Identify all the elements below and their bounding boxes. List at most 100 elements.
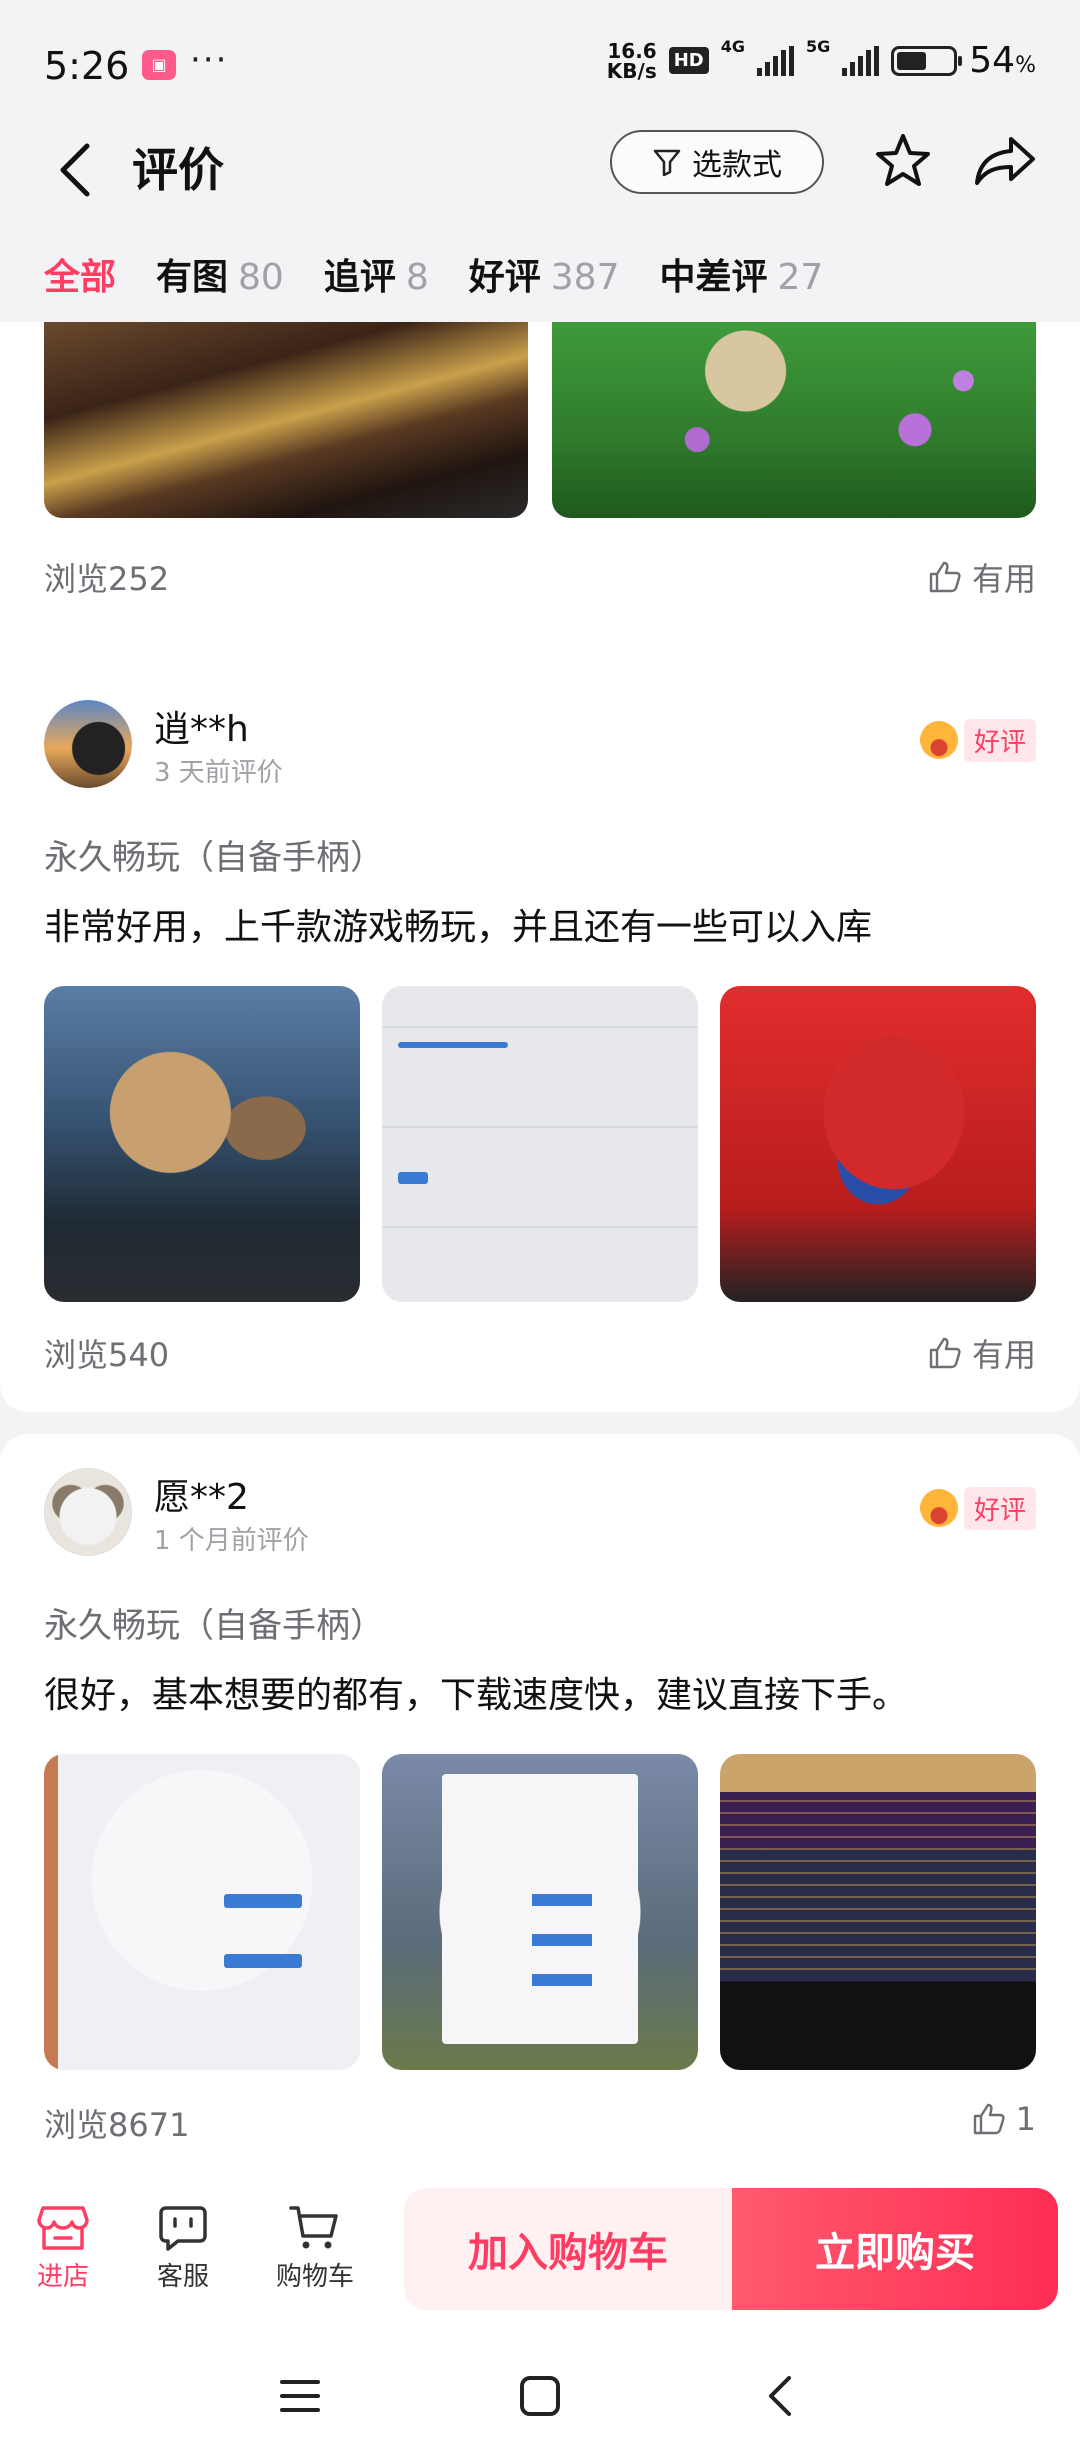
useful-button[interactable]: 1 [972,2100,1036,2138]
smile-face-icon [919,721,958,759]
review-time: 1 个月前评价 [154,1526,309,1556]
system-navigation-bar [0,2320,1080,2460]
useful-label: 有用 [971,560,1036,598]
battery-percent: 54% [969,40,1036,81]
review-list[interactable]: 浏览252 有用 逍**h 3 天前评价 好评 永久畅玩（自备手柄） 非常好用，… [0,322,1080,2170]
review-card: 逍**h 3 天前评价 好评 永久畅玩（自备手柄） 非常好用，上千款游戏畅玩，并… [0,666,1080,1412]
battery-percent-value: 54 [969,40,1016,81]
tab-follow-up-label: 追评 [323,257,396,298]
review-tabs: 全部 有图 80 追评 8 好评 387 中差评 27 [0,226,1080,322]
tab-negative[interactable]: 中差评 27 [660,248,824,300]
page-header: 评价 选款式 [0,120,1080,220]
status-time: 5:26 [44,44,130,88]
tab-negative-count: 27 [777,257,824,298]
more-notifications-icon: ··· [190,40,229,80]
home-square-icon [520,2376,560,2416]
rating-badge: 好评 [919,718,1036,762]
review-image[interactable] [552,322,1036,518]
review-image[interactable] [44,1754,360,2070]
purchased-variant: 永久畅玩（自备手柄） [44,1606,384,1646]
review-time: 3 天前评价 [154,758,283,788]
status-indicators: 16.6 KB/s HD 4G 5G 54% [607,37,1036,81]
reviewer-name: 逍**h [154,709,249,750]
tab-positive[interactable]: 好评 387 [469,248,620,300]
review-images [44,1754,1036,2070]
menu-nav-button[interactable] [260,2356,340,2436]
useful-button[interactable]: 有用 [928,554,1036,600]
back-chevron-icon [769,2376,791,2416]
share-button[interactable] [968,126,1044,196]
review-image[interactable] [382,1754,698,2070]
style-filter-button[interactable]: 选款式 [610,130,824,194]
hd-voice-icon: HD [668,47,709,74]
review-text: 非常好用，上千款游戏畅玩，并且还有一些可以入库 [44,907,873,948]
cart-label: 购物车 [275,2262,354,2292]
view-count: 浏览540 [44,1336,170,1374]
review-images [44,986,1036,1302]
back-button[interactable] [40,130,110,210]
review-image[interactable] [720,1754,1036,2070]
signal-icon [757,45,795,76]
useful-label: 有用 [971,1336,1036,1374]
network-type-2: 5G [806,37,831,56]
page-title: 评价 [132,143,224,197]
back-nav-button[interactable] [740,2356,820,2436]
avatar[interactable] [44,700,132,788]
tab-follow-up-count: 8 [405,257,429,298]
tab-with-images-label: 有图 [156,257,229,298]
network-speed-unit: KB/s [606,58,657,83]
network-type-1: 4G [720,37,746,56]
review-text: 很好，基本想要的都有，下载速度快，建议直接下手。 [44,1675,909,1716]
share-icon [975,137,1035,185]
smile-face-icon [919,1489,958,1527]
filter-icon [653,149,681,177]
app-notification-icon: ▣ [142,50,176,80]
customer-service-button[interactable]: 客服 [138,2200,228,2293]
add-to-cart-button[interactable]: 加入购物车 [404,2188,732,2310]
reviewer-name: 愿**2 [154,1477,249,1518]
tab-positive-count: 387 [550,257,620,298]
review-card: 愿**2 1 个月前评价 好评 永久畅玩（自备手柄） 很好，基本想要的都有，下载… [0,1434,1080,2170]
thumbs-up-icon [929,1337,961,1369]
battery-fill [897,51,927,70]
buy-now-button[interactable]: 立即购买 [732,2188,1058,2310]
tab-follow-up[interactable]: 追评 8 [324,248,429,300]
thumbs-up-icon [973,2103,1005,2135]
useful-label: 1 [1015,2100,1036,2138]
avatar[interactable] [44,1468,132,1556]
view-count: 浏览252 [44,560,170,598]
view-count: 浏览8671 [44,2106,190,2144]
tab-with-images-count: 80 [238,257,284,298]
battery-percent-unit: % [1015,53,1036,78]
store-label: 进店 [36,2262,89,2292]
tab-negative-label: 中差评 [659,257,768,298]
chat-icon [159,2206,207,2251]
favorite-button[interactable] [868,126,938,196]
tab-all-label: 全部 [44,257,117,298]
rating-badge-label: 好评 [963,1486,1036,1530]
cart-button[interactable]: 购物车 [270,2200,360,2293]
review-image[interactable] [44,986,360,1302]
signal-icon-2 [842,45,880,76]
bottom-action-bar: 进店 客服 购物车 加入购物车 立即购买 [0,2170,1080,2320]
review-image[interactable] [382,986,698,1302]
home-nav-button[interactable] [500,2356,580,2436]
star-icon [876,134,930,186]
cart-icon [289,2206,338,2249]
customer-service-label: 客服 [156,2262,209,2292]
useful-button[interactable]: 有用 [928,1330,1036,1376]
battery-icon [891,45,963,76]
rating-badge: 好评 [919,1486,1036,1530]
tab-all[interactable]: 全部 [44,248,116,300]
store-icon [37,2206,89,2250]
review-image[interactable] [44,322,528,518]
review-image[interactable] [720,986,1036,1302]
rating-badge-label: 好评 [963,718,1036,762]
network-speed: 16.6 KB/s [607,41,657,81]
menu-icon [280,2380,320,2412]
style-filter-label: 选款式 [692,148,782,183]
back-arrow-icon [60,143,90,197]
tab-with-images[interactable]: 有图 80 [156,248,284,300]
status-bar: 5:26 ▣ ··· 16.6 KB/s HD 4G 5G 54% [0,0,1080,130]
store-button[interactable]: 进店 [18,2200,108,2293]
